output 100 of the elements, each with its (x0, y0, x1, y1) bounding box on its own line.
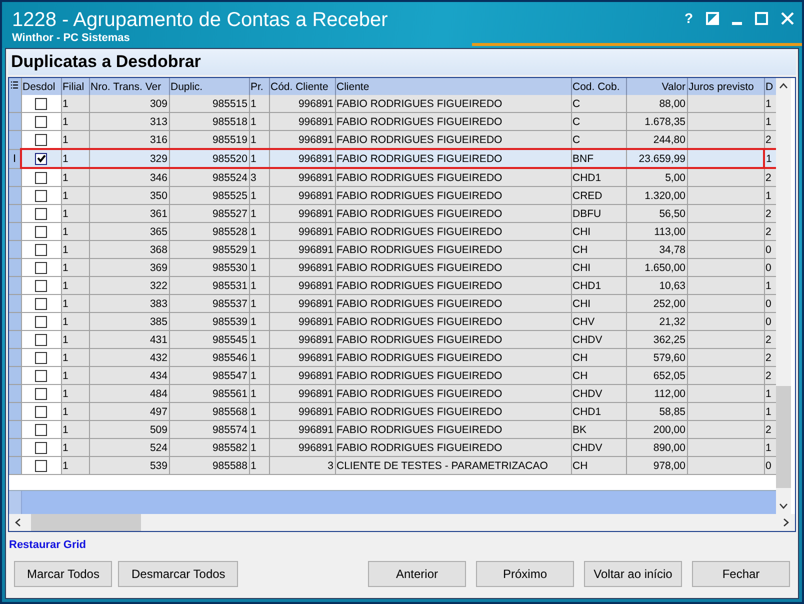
checkbox[interactable] (35, 262, 47, 274)
checkbox[interactable] (35, 208, 47, 220)
checkbox[interactable] (35, 280, 47, 292)
table-cell: 1 (250, 298, 256, 310)
checkbox[interactable] (35, 134, 47, 146)
checkbox[interactable] (35, 298, 47, 310)
table-row[interactable]: I 1 329 985520 1 996891 FABIO RODRIGUES FIGUEIREDO BNF 23.659,99 1 (9, 149, 776, 168)
table-cell: 2 (766, 424, 772, 436)
nav-button[interactable]: Fechar (692, 561, 790, 587)
table-row[interactable]: 1 484 985561 1 996891 FABIO RODRIGUES FIGUEIREDO CHDV 112,00 1 (9, 384, 776, 402)
table-cell: 1 (250, 370, 256, 382)
checkbox[interactable] (35, 152, 48, 165)
checkbox[interactable] (35, 334, 47, 346)
table-cell: 1 (250, 406, 256, 418)
vertical-scrollbar[interactable] (776, 78, 791, 514)
table-row[interactable]: 1 431 985545 1 996891 FABIO RODRIGUES FIGUEIREDO CHDV 362,25 2 (9, 330, 776, 348)
checkbox[interactable] (35, 316, 47, 328)
table-cell: 1 (62, 388, 68, 400)
table-cell: 996891 (298, 298, 334, 310)
checkbox[interactable] (35, 460, 47, 472)
restore-grid-link[interactable]: Restaurar Grid (9, 539, 86, 551)
table-row[interactable]: 1 365 985528 1 996891 FABIO RODRIGUES FIGUEIREDO CHI 113,00 2 (9, 222, 776, 240)
table-cell: 1 (62, 424, 68, 436)
window-subtitle: Winthor - PC Sistemas (12, 32, 131, 45)
table-cell: 985529 (212, 244, 248, 256)
action-button[interactable]: Desmarcar Todos (118, 561, 238, 587)
checkbox[interactable] (35, 370, 47, 382)
table-cell: 316 (150, 134, 168, 146)
table-row[interactable]: 1 350 985525 1 996891 FABIO RODRIGUES FIGUEIREDO CRED 1.320,00 1 (9, 186, 776, 204)
table-cell: 368 (150, 244, 168, 256)
table-cell: 0 (766, 298, 772, 310)
restore-icon[interactable] (706, 12, 719, 24)
scroll-thumb[interactable] (31, 514, 141, 531)
table-cell: 985582 (212, 442, 248, 454)
checkbox[interactable] (35, 190, 47, 202)
table-cell: 21,32 (659, 316, 686, 328)
checkbox[interactable] (35, 406, 47, 418)
table-row[interactable]: 1 313 985518 1 996891 FABIO RODRIGUES FIGUEIREDO C 1.678,35 1 (9, 112, 776, 130)
table-cell: 1 (62, 298, 68, 310)
checkbox[interactable] (35, 226, 47, 238)
table-cell: 1 (62, 244, 68, 256)
checkbox[interactable] (35, 424, 47, 436)
table-cell: FABIO RODRIGUES FIGUEIREDO (336, 280, 502, 292)
table-row[interactable]: 1 497 985568 1 996891 FABIO RODRIGUES FIGUEIREDO CHD1 58,85 1 (9, 402, 776, 420)
checkbox[interactable] (35, 172, 47, 184)
table-cell: 1 (250, 352, 256, 364)
nav-button[interactable]: Voltar ao início (584, 561, 682, 587)
horizontal-scrollbar[interactable] (9, 514, 795, 531)
table-cell: 1 (766, 98, 772, 110)
table-row[interactable]: 1 434 985547 1 996891 FABIO RODRIGUES FIGUEIREDO CH 652,05 2 (9, 366, 776, 384)
table-cell: 1 (62, 172, 68, 184)
nav-button[interactable]: Próximo (476, 561, 574, 587)
checkbox[interactable] (35, 244, 47, 256)
scroll-left-icon[interactable] (15, 518, 21, 527)
action-button[interactable]: Marcar Todos (14, 561, 112, 587)
column-header[interactable]: Cliente (336, 80, 370, 92)
scroll-thumb[interactable] (776, 386, 791, 488)
row-indicator: I (12, 152, 16, 164)
checkbox[interactable] (35, 98, 47, 110)
checkbox[interactable] (35, 352, 47, 364)
help-button[interactable]: ? (684, 10, 693, 26)
table-row[interactable]: 1 524 985582 1 996891 FABIO RODRIGUES FIGUEIREDO CHDV 890,00 1 (9, 438, 776, 456)
close-icon[interactable] (781, 12, 794, 24)
table-cell: 2 (766, 352, 772, 364)
table-cell: 524 (150, 442, 168, 454)
table-row[interactable]: 1 322 985531 1 996891 FABIO RODRIGUES FIGUEIREDO CHD1 10,63 1 (9, 276, 776, 294)
table-row[interactable]: 1 383 985537 1 996891 FABIO RODRIGUES FIGUEIREDO CHI 252,00 0 (9, 294, 776, 312)
table-cell: 23.659,99 (638, 152, 686, 164)
table-cell: CHV (572, 316, 595, 328)
table-cell: FABIO RODRIGUES FIGUEIREDO (336, 352, 502, 364)
checkbox[interactable] (35, 388, 47, 400)
table-cell: 1 (62, 280, 68, 292)
table-row[interactable]: 1 432 985546 1 996891 FABIO RODRIGUES FIGUEIREDO CH 579,60 2 (9, 348, 776, 366)
scroll-down-icon[interactable] (779, 503, 788, 509)
table-row[interactable]: 1 361 985527 1 996891 FABIO RODRIGUES FIGUEIREDO DBFU 56,50 2 (9, 204, 776, 222)
table-row[interactable]: 1 309 985515 1 996891 FABIO RODRIGUES FIGUEIREDO C 88,00 1 (9, 95, 776, 112)
table-cell: 2 (766, 134, 772, 146)
table-cell: 985518 (212, 116, 248, 128)
table-row[interactable]: 1 539 985588 1 3 CLIENTE DE TESTES - PARAMETRIZACAO CH 978,00 0 (9, 456, 776, 474)
table-cell: 10,63 (659, 280, 686, 292)
table-cell: 1 (62, 98, 68, 110)
checkbox[interactable] (35, 442, 47, 454)
table-row[interactable]: 1 509 985574 1 996891 FABIO RODRIGUES FIGUEIREDO BK 200,00 2 (9, 420, 776, 438)
table-cell: 985525 (212, 190, 248, 202)
table-row[interactable]: 1 346 985524 3 996891 FABIO RODRIGUES FIGUEIREDO CHD1 5,00 2 (9, 168, 776, 186)
scroll-up-icon[interactable] (779, 83, 788, 89)
table-cell: 244,80 (653, 134, 686, 146)
table-row[interactable]: 1 369 985530 1 996891 FABIO RODRIGUES FIGUEIREDO CHI 1.650,00 0 (9, 258, 776, 276)
scroll-right-icon[interactable] (783, 518, 789, 527)
table-cell: 985530 (212, 262, 248, 274)
nav-button[interactable]: Anterior (368, 561, 466, 587)
table-cell: 996891 (298, 116, 334, 128)
maximize-icon[interactable] (755, 12, 768, 24)
table-row[interactable]: 1 385 985539 1 996891 FABIO RODRIGUES FIGUEIREDO CHV 21,32 0 (9, 312, 776, 330)
table-cell: 1 (62, 442, 68, 454)
table-cell: 1 (250, 388, 256, 400)
checkbox[interactable] (35, 116, 47, 128)
table-row[interactable]: 1 368 985529 1 996891 FABIO RODRIGUES FIGUEIREDO CH 34,78 0 (9, 240, 776, 258)
table-cell: CHDV (572, 442, 602, 454)
column-chooser-icon[interactable] (11, 80, 18, 90)
